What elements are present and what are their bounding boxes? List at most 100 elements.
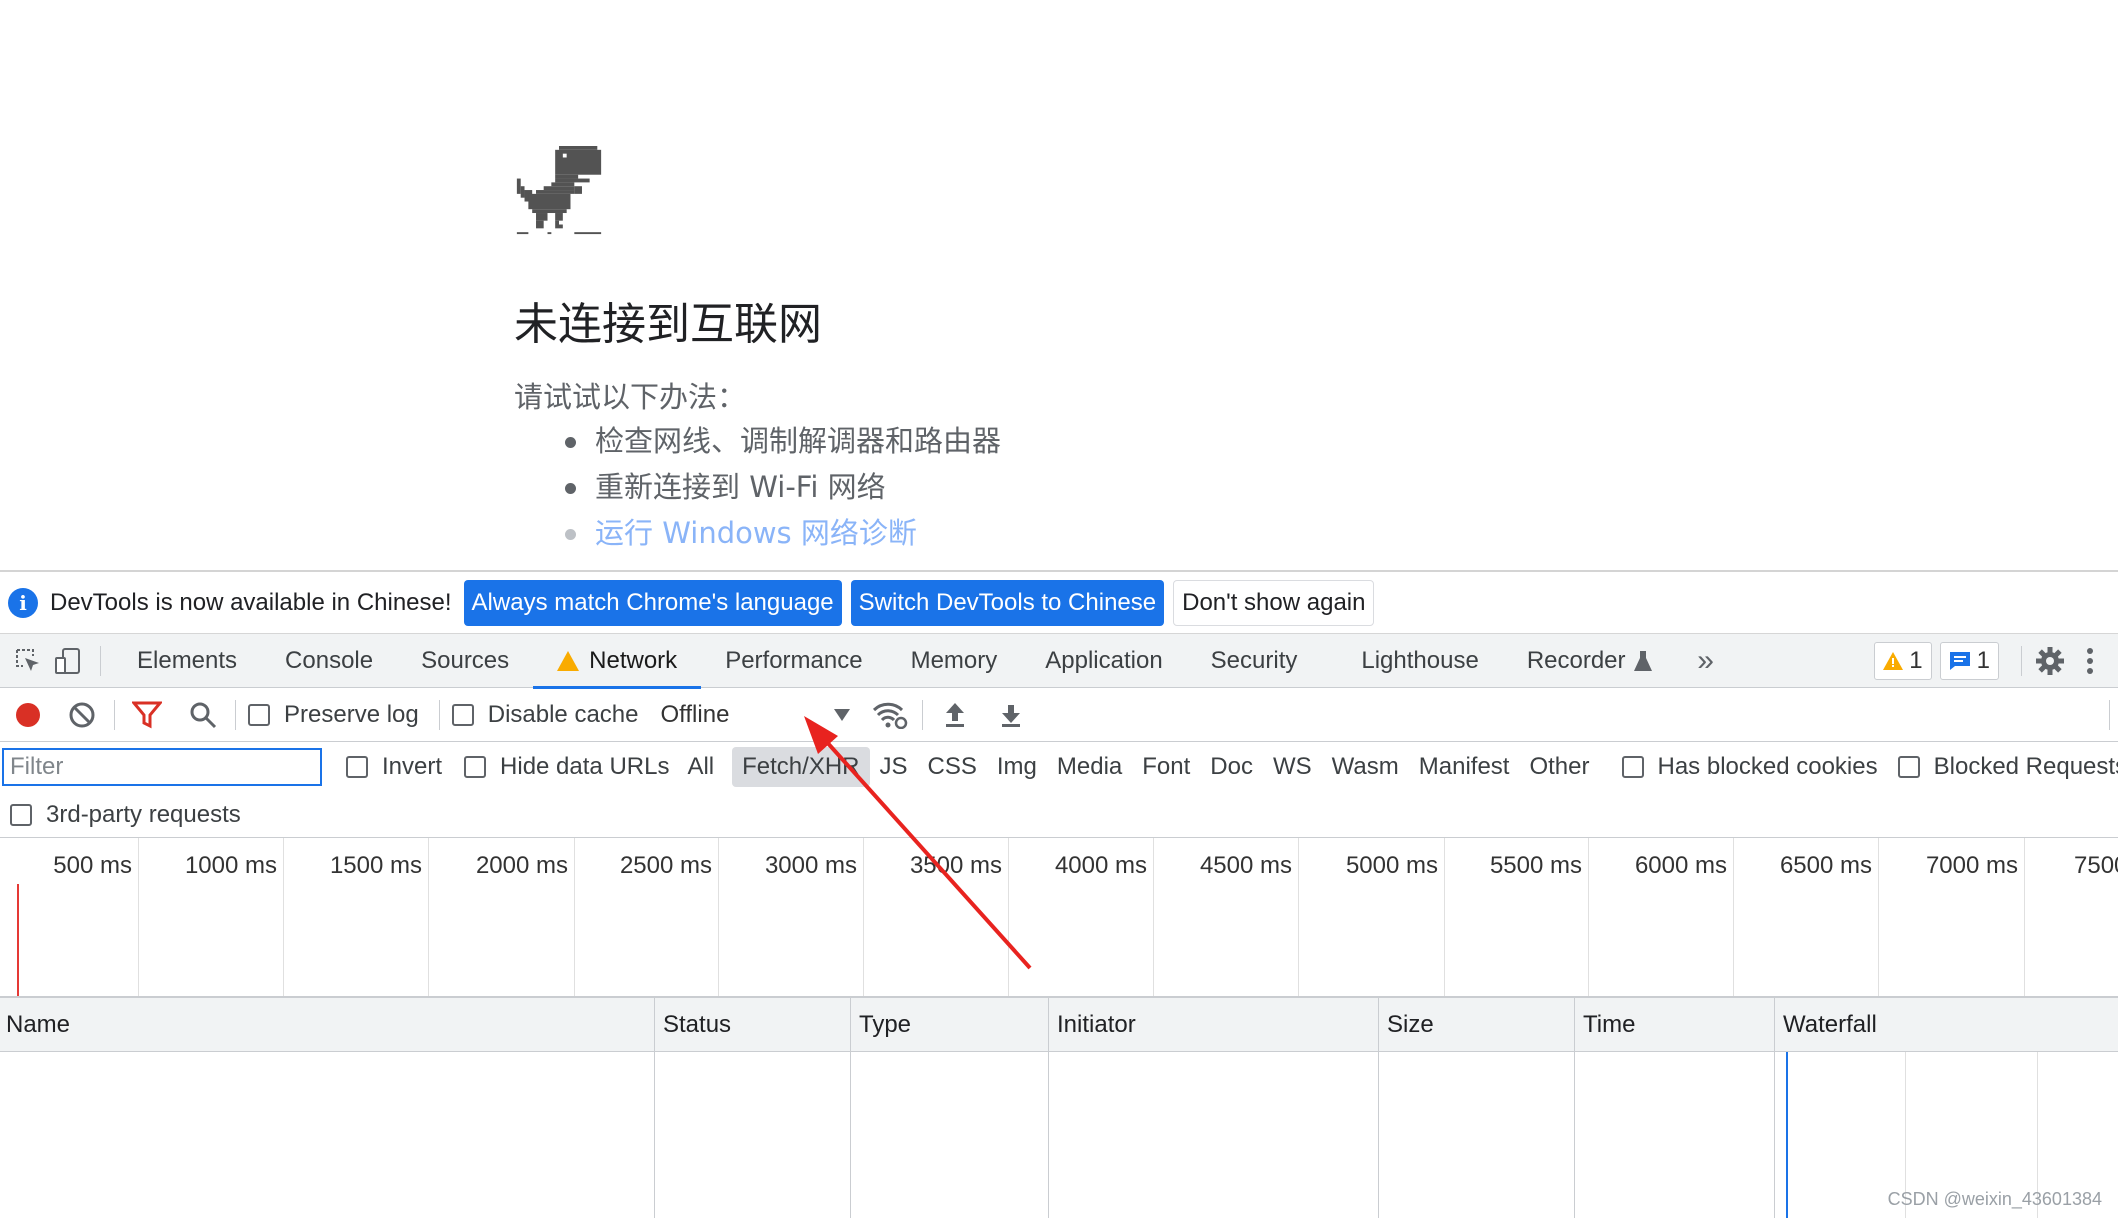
dino-icon[interactable] xyxy=(514,146,604,236)
invert-checkbox[interactable]: Invert xyxy=(346,753,442,781)
offline-page: 未连接到互联网 请试试以下办法： 检查网线、调制解调器和路由器 重新连接到 Wi… xyxy=(0,0,2118,570)
timeline-gridline xyxy=(718,838,719,996)
warnings-badge[interactable]: 1 xyxy=(1874,641,1932,680)
tab-performance[interactable]: Performance xyxy=(701,634,886,688)
device-toolbar-icon[interactable] xyxy=(48,641,88,681)
tab-network[interactable]: Network xyxy=(533,634,702,689)
column-header-name[interactable]: Name xyxy=(0,998,655,1052)
filter-type-css[interactable]: CSS xyxy=(918,747,987,787)
checkbox-box[interactable] xyxy=(346,756,368,778)
network-toolbar: Preserve log Disable cache Offline xyxy=(0,688,2118,742)
throttling-select[interactable]: Offline xyxy=(660,701,851,729)
hide-data-urls-checkbox[interactable]: Hide data URLs xyxy=(464,753,669,781)
dont-show-again-button[interactable]: Don't show again xyxy=(1173,579,1375,626)
timeline-gridline xyxy=(1298,838,1299,996)
export-har-icon[interactable] xyxy=(991,695,1031,735)
timeline-gridline xyxy=(283,838,284,996)
timeline-gridline xyxy=(1733,838,1734,996)
network-overview-timeline[interactable]: 500 ms 1000 ms 1500 ms 2000 ms 2500 ms 3… xyxy=(0,838,2118,998)
requests-table-body[interactable]: CSDN @weixin_43601384 xyxy=(0,1052,2118,1218)
preserve-log-label: Preserve log xyxy=(284,700,419,728)
disable-cache-checkbox[interactable]: Disable cache xyxy=(451,700,639,729)
timeline-tick-label: 2000 ms xyxy=(475,852,568,879)
tab-recorder[interactable]: Recorder xyxy=(1503,634,1676,688)
language-infobar: i DevTools is now available in Chinese! … xyxy=(0,572,2118,634)
clear-icon[interactable] xyxy=(62,695,102,735)
filter-type-doc[interactable]: Doc xyxy=(1200,747,1263,787)
column-header-size[interactable]: Size xyxy=(1379,998,1575,1052)
checkbox-box[interactable] xyxy=(1897,756,1920,778)
watermark: CSDN @weixin_43601384 xyxy=(1887,1189,2102,1209)
disable-cache-label: Disable cache xyxy=(487,700,639,728)
third-party-requests-checkbox[interactable]: 3rd-party requests xyxy=(10,801,241,829)
column-divider xyxy=(1774,1052,1775,1218)
search-icon[interactable] xyxy=(183,695,223,735)
filter-type-js[interactable]: JS xyxy=(870,747,918,787)
has-blocked-cookies-checkbox[interactable]: Has blocked cookies xyxy=(1621,753,1878,781)
tab-network-label: Network xyxy=(589,646,678,674)
column-divider xyxy=(1574,1052,1575,1218)
more-tabs-chevron-icon[interactable]: » xyxy=(1686,641,1726,681)
tab-lighthouse[interactable]: Lighthouse xyxy=(1321,634,1502,688)
column-header-initiator[interactable]: Initiator xyxy=(1049,998,1379,1052)
timeline-tick-label: 1000 ms xyxy=(184,852,277,879)
import-har-icon[interactable] xyxy=(935,695,975,735)
tab-memory[interactable]: Memory xyxy=(887,634,1022,688)
messages-badge[interactable]: 1 xyxy=(1939,641,1999,680)
inspect-element-icon[interactable] xyxy=(8,641,48,681)
checkbox-box[interactable] xyxy=(1621,756,1644,778)
tab-application[interactable]: Application xyxy=(1021,634,1186,688)
suggestion-item: 重新连接到 Wi-Fi 网络 xyxy=(563,464,1001,510)
invert-label: Invert xyxy=(382,753,443,780)
timeline-tick-label: 3000 ms xyxy=(764,852,857,879)
more-options-icon[interactable] xyxy=(2070,641,2110,681)
preserve-log-checkbox[interactable]: Preserve log xyxy=(248,701,419,729)
always-match-language-button[interactable]: Always match Chrome's language xyxy=(463,579,842,626)
filter-type-all[interactable]: All xyxy=(677,747,724,787)
checkbox-box[interactable] xyxy=(10,803,32,826)
tab-security[interactable]: Security xyxy=(1187,634,1322,688)
column-header-status[interactable]: Status xyxy=(655,998,851,1052)
tab-elements[interactable]: Elements xyxy=(113,634,261,688)
filter-type-font[interactable]: Font xyxy=(1132,747,1200,787)
network-diagnostics-link[interactable]: 运行 Windows 网络诊断 xyxy=(563,510,1001,556)
timeline-tick-label: 5000 ms xyxy=(1345,852,1438,879)
requests-table-header: Name Status Type Initiator Size Time Wat… xyxy=(0,998,2118,1052)
gear-icon[interactable] xyxy=(2030,641,2070,681)
message-icon xyxy=(1949,651,1970,670)
tab-sources[interactable]: Sources xyxy=(397,634,533,688)
chevron-down-icon xyxy=(834,708,851,721)
separator xyxy=(100,645,101,676)
filter-type-media[interactable]: Media xyxy=(1047,747,1132,787)
blocked-requests-checkbox[interactable]: Blocked Requests xyxy=(1897,753,2118,781)
messages-count: 1 xyxy=(1976,646,1990,674)
network-conditions-icon[interactable] xyxy=(870,695,910,735)
checkbox-box[interactable] xyxy=(464,756,487,778)
column-header-type[interactable]: Type xyxy=(851,998,1049,1052)
timeline-tick-label: 7500 ms xyxy=(2074,852,2118,879)
filter-type-other[interactable]: Other xyxy=(1519,747,1599,787)
filter-type-ws[interactable]: WS xyxy=(1263,747,1322,787)
timeline-tick-label: 500 ms xyxy=(53,852,132,879)
info-icon: i xyxy=(8,587,38,618)
filter-icon[interactable] xyxy=(127,695,167,735)
checkbox-box[interactable] xyxy=(451,703,474,726)
filter-type-img[interactable]: Img xyxy=(987,747,1047,787)
filter-type-fetch-xhr[interactable]: Fetch/XHR xyxy=(732,747,870,787)
separator xyxy=(438,699,440,730)
filter-input[interactable] xyxy=(2,748,322,786)
timeline-gridline xyxy=(1008,838,1009,996)
filter-type-manifest[interactable]: Manifest xyxy=(1409,747,1520,787)
column-header-time[interactable]: Time xyxy=(1575,998,1775,1052)
timeline-tick-label: 6500 ms xyxy=(1779,852,1872,879)
record-icon[interactable] xyxy=(8,695,48,735)
filter-type-wasm[interactable]: Wasm xyxy=(1322,747,1409,787)
timeline-gridline xyxy=(863,838,864,996)
column-header-waterfall[interactable]: Waterfall xyxy=(1775,998,2118,1052)
warning-icon xyxy=(557,650,580,671)
timeline-tick-label: 7000 ms xyxy=(1925,852,2018,879)
tab-console[interactable]: Console xyxy=(261,634,397,688)
timeline-gridline xyxy=(2024,838,2025,996)
switch-to-chinese-button[interactable]: Switch DevTools to Chinese xyxy=(850,579,1165,626)
checkbox-box[interactable] xyxy=(248,703,270,726)
